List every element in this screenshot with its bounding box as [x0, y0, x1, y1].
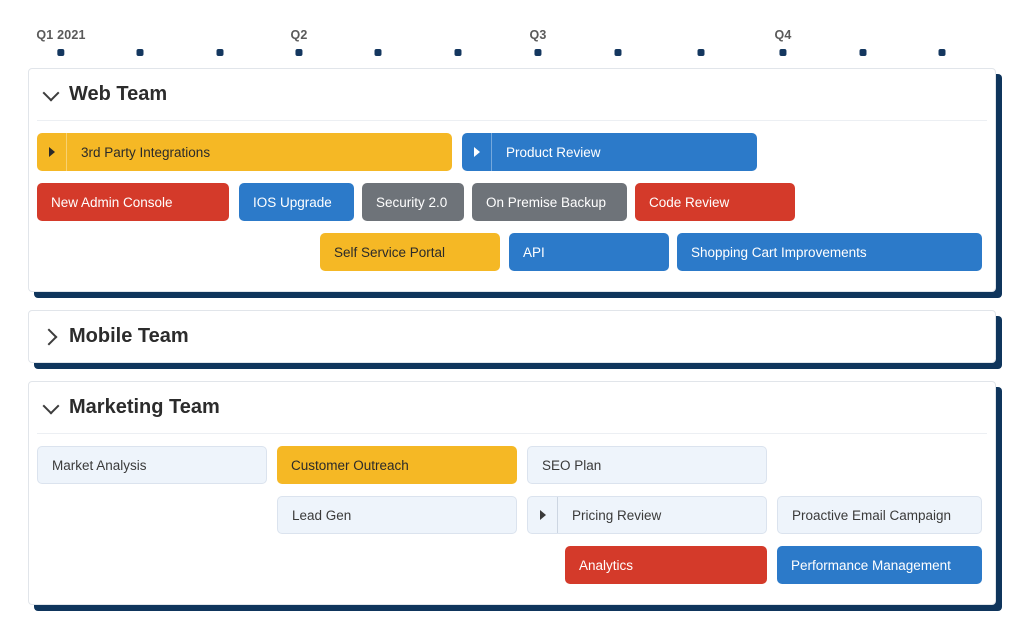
roadmap-bar-label: Pricing Review	[572, 508, 661, 523]
expand-icon[interactable]	[37, 133, 67, 171]
timeline-label: Q1 2021	[36, 28, 85, 43]
roadmap-bar-label: 3rd Party Integrations	[81, 145, 210, 160]
timeline-dot	[860, 49, 867, 56]
roadmap-bar-label: Self Service Portal	[334, 245, 445, 260]
swimlane-header[interactable]: Mobile Team	[29, 311, 995, 362]
timeline-dot	[779, 49, 786, 56]
expand-icon[interactable]	[528, 497, 558, 533]
timeline-dot	[939, 49, 946, 56]
chevron-right-icon[interactable]	[41, 328, 58, 345]
roadmap-bar-label: SEO Plan	[542, 458, 601, 473]
swimlane-title: Marketing Team	[69, 396, 220, 419]
swimlane-row: 3rd Party Integrations Product Review	[37, 131, 987, 173]
swimlane-title: Mobile Team	[69, 325, 189, 348]
timeline-tick: Q3	[529, 28, 546, 56]
roadmap-bar[interactable]: Market Analysis	[37, 446, 267, 484]
expand-icon[interactable]	[462, 133, 492, 171]
swimlane: Web Team 3rd Party Integrations Product Re…	[28, 68, 996, 292]
swimlane-title: Web Team	[69, 83, 167, 106]
roadmap-bar-label: Product Review	[506, 145, 601, 160]
roadmap-bar[interactable]: Security 2.0	[362, 183, 464, 221]
timeline-label	[939, 28, 946, 43]
roadmap-bar-label: IOS Upgrade	[253, 195, 332, 210]
roadmap-bar[interactable]: Pricing Review	[527, 496, 767, 534]
swimlane-body: 3rd Party Integrations Product Review New …	[29, 121, 995, 291]
timeline-tick	[375, 28, 382, 56]
timeline-label: Q2	[290, 28, 307, 43]
roadmap-bar[interactable]: SEO Plan	[527, 446, 767, 484]
timeline-dot	[534, 49, 541, 56]
timeline-tick	[217, 28, 224, 56]
timeline-tick: Q4	[774, 28, 791, 56]
roadmap-bar-label: New Admin Console	[51, 195, 173, 210]
roadmap-bar-label: Analytics	[579, 558, 633, 573]
roadmap-bar[interactable]: Customer Outreach	[277, 446, 517, 484]
timeline-dot	[57, 49, 64, 56]
roadmap-bar[interactable]: Lead Gen	[277, 496, 517, 534]
timeline-tick	[698, 28, 705, 56]
timeline-label: Q4	[774, 28, 791, 43]
timeline-tick	[455, 28, 462, 56]
roadmap-bar[interactable]: On Premise Backup	[472, 183, 627, 221]
timeline-dot	[455, 49, 462, 56]
roadmap-bar[interactable]: New Admin Console	[37, 183, 229, 221]
timeline-dot	[137, 49, 144, 56]
roadmap-bar-label: Security 2.0	[376, 195, 447, 210]
roadmap-bar-label: Lead Gen	[292, 508, 351, 523]
timeline-dot	[295, 49, 302, 56]
roadmap-bar[interactable]: Shopping Cart Improvements	[677, 233, 982, 271]
swimlane: Marketing Team Market Analysis Customer Ou…	[28, 381, 996, 605]
swimlane-row: Analytics Performance Management	[37, 544, 987, 586]
roadmap-bar[interactable]: Proactive Email Campaign	[777, 496, 982, 534]
roadmap-bar[interactable]: Self Service Portal	[320, 233, 500, 271]
swimlane-header[interactable]: Web Team	[29, 69, 995, 120]
swimlane-row: Self Service Portal API Shopping Cart Impr…	[37, 231, 987, 273]
chevron-down-icon[interactable]	[43, 397, 60, 414]
swimlane-row: Lead Gen Pricing Review Proactive Email Ca…	[37, 494, 987, 536]
roadmap-bar[interactable]: 3rd Party Integrations	[37, 133, 452, 171]
chevron-down-icon[interactable]	[43, 84, 60, 101]
roadmap-bar-label: API	[523, 245, 545, 260]
roadmap-bar-label: Code Review	[649, 195, 729, 210]
timeline-dot	[217, 49, 224, 56]
timeline-label: Q3	[529, 28, 546, 43]
roadmap-bar[interactable]: API	[509, 233, 669, 271]
timeline-label	[375, 28, 382, 43]
roadmap-bar-label: Proactive Email Campaign	[792, 508, 951, 523]
timeline-dot	[615, 49, 622, 56]
timeline-dot	[698, 49, 705, 56]
timeline-label	[217, 28, 224, 43]
timeline-tick	[860, 28, 867, 56]
swimlane-header[interactable]: Marketing Team	[29, 382, 995, 433]
roadmap-bar-label: Performance Management	[791, 558, 951, 573]
timeline-label	[137, 28, 144, 43]
roadmap-bar-label: Shopping Cart Improvements	[691, 245, 867, 260]
timeline-label	[455, 28, 462, 43]
swimlane-body: Market Analysis Customer Outreach SEO Plan…	[29, 434, 995, 604]
roadmap-bar[interactable]: Code Review	[635, 183, 795, 221]
timeline-tick	[939, 28, 946, 56]
roadmap-bar[interactable]: Product Review	[462, 133, 757, 171]
timeline-tick: Q2	[290, 28, 307, 56]
timeline-header: Q1 2021 Q2 Q3 Q4	[28, 10, 996, 68]
roadmap-bar[interactable]: IOS Upgrade	[239, 183, 354, 221]
timeline-tick: Q1 2021	[36, 28, 85, 56]
swimlane-row: New Admin Console IOS Upgrade Security 2.0…	[37, 181, 987, 223]
timeline-label	[860, 28, 867, 43]
roadmap-bar-label: Market Analysis	[52, 458, 147, 473]
roadmap-bar-label: Customer Outreach	[291, 458, 409, 473]
roadmap-bar[interactable]: Performance Management	[777, 546, 982, 584]
swimlane: Mobile Team	[28, 310, 996, 363]
timeline-tick	[615, 28, 622, 56]
timeline-tick	[137, 28, 144, 56]
swimlane-row: Market Analysis Customer Outreach SEO Plan	[37, 444, 987, 486]
timeline-label	[698, 28, 705, 43]
roadmap-bar-label: On Premise Backup	[486, 195, 606, 210]
timeline-dot	[375, 49, 382, 56]
timeline-label	[615, 28, 622, 43]
roadmap-bar[interactable]: Analytics	[565, 546, 767, 584]
